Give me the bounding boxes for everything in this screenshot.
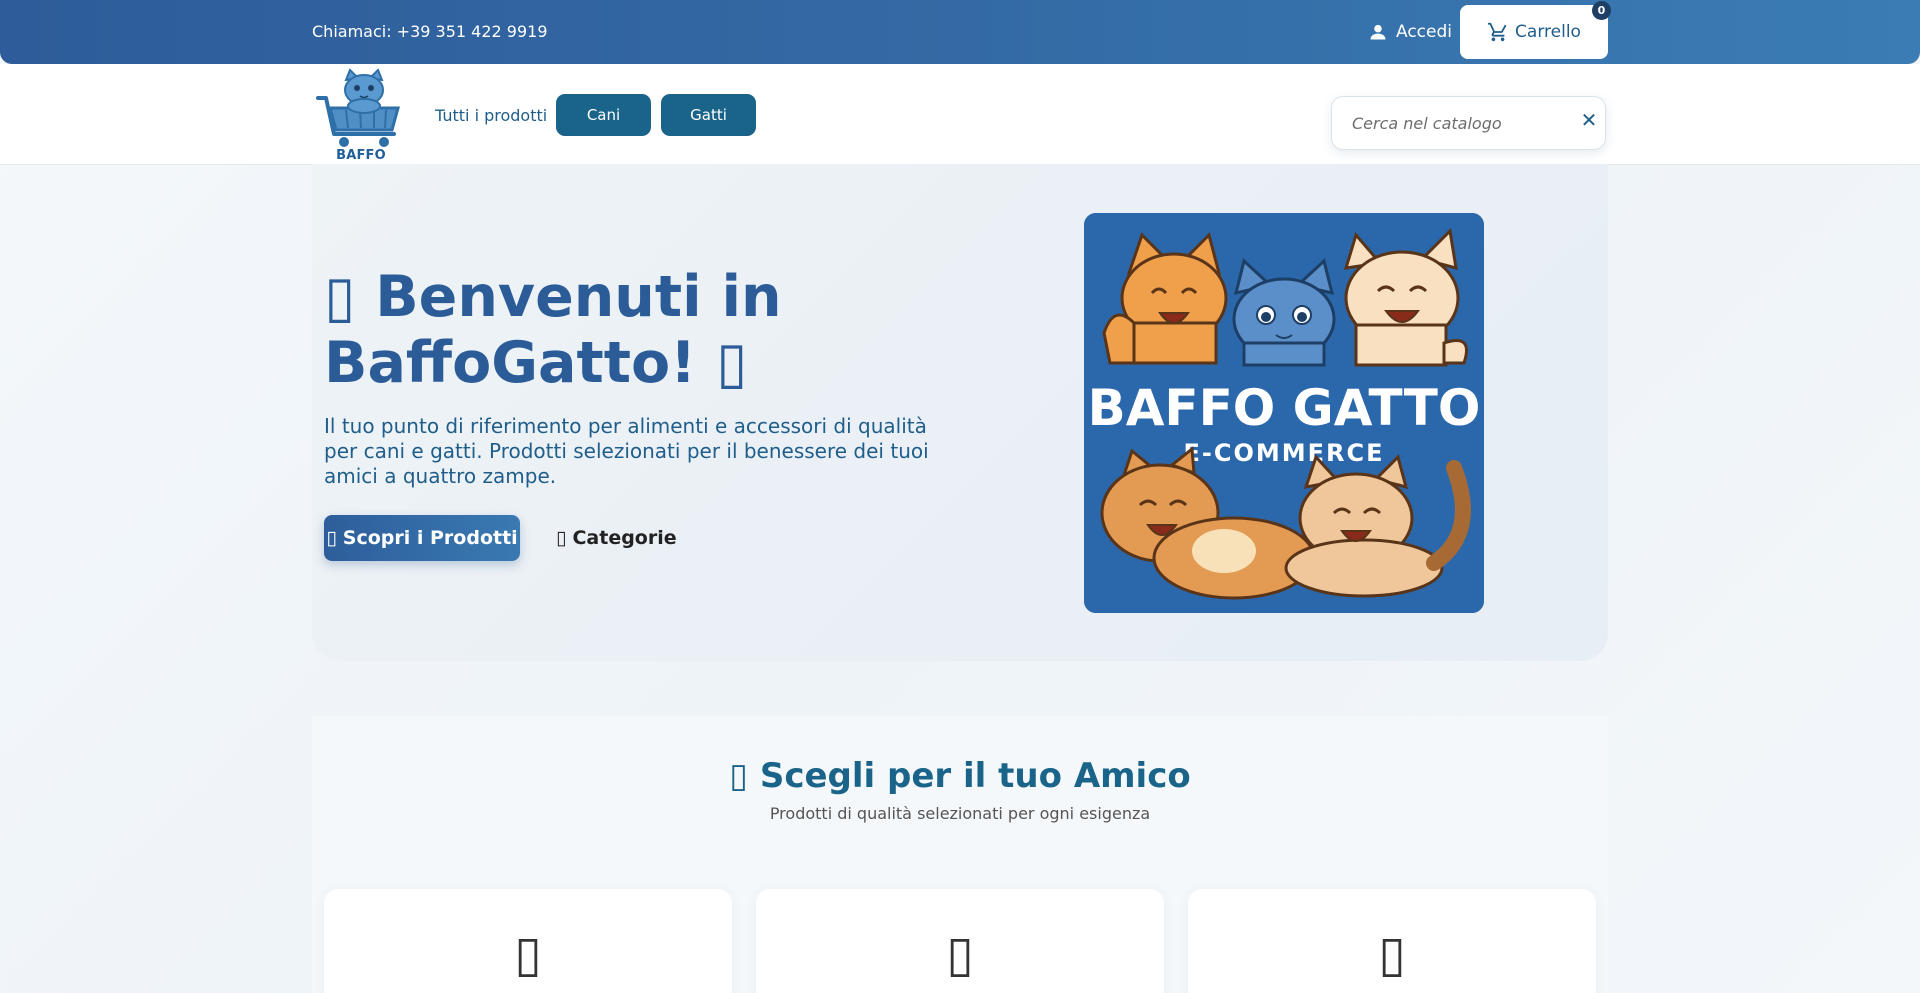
cream-cat-illustration [1343, 227, 1468, 367]
category-card[interactable]: ▯ [324, 889, 732, 993]
close-icon[interactable]: ✕ [1578, 109, 1600, 131]
section-title-glyph-icon: ▯ [729, 756, 748, 796]
choose-friend-section: ▯ Scegli per il tuo Amico Prodotti di qu… [312, 716, 1608, 993]
hero-section: ▯ Benvenuti in BaffoGatto! ▯ Il tuo punt… [312, 164, 1608, 661]
hero-title-text: Benvenuti in BaffoGatto! [324, 264, 782, 396]
hero-brand-image: BAFFO GATTO E-COMMERCE [1084, 213, 1484, 613]
svg-text:E-COMMERCE: E-COMMERCE [1183, 439, 1384, 467]
login-button[interactable]: Accedi [1368, 20, 1452, 44]
main-nav: BAFFO GATTO Tutti i prodotti Cani Gatti … [0, 64, 1920, 178]
discover-label: Scopri i Prodotti [342, 527, 518, 549]
categories-glyph-icon: ▯ [556, 527, 567, 549]
category-card-glyph-icon: ▯ [514, 925, 542, 983]
person-icon [1370, 24, 1386, 40]
nav-all-products[interactable]: Tutti i prodotti [435, 106, 547, 125]
category-card-glyph-icon: ▯ [946, 925, 974, 983]
categories-label: Categorie [572, 527, 677, 549]
section-title-text: Scegli per il tuo Amico [759, 756, 1191, 796]
brand-logo[interactable]: BAFFO GATTO [312, 68, 410, 178]
svg-text:BAFFO GATTO: BAFFO GATTO [1088, 379, 1481, 437]
hero-title: ▯ Benvenuti in BaffoGatto! ▯ [324, 264, 844, 396]
hero-subtitle: Il tuo punto di riferimento per alimenti… [324, 414, 929, 488]
section-title: ▯ Scegli per il tuo Amico [312, 756, 1608, 796]
nav-pill-cani[interactable]: Cani [556, 94, 651, 136]
cat-cart-logo-icon [316, 68, 400, 147]
hero-title-glyph-left: ▯ [324, 264, 356, 330]
categories-button[interactable]: ▯ Categorie [556, 515, 677, 561]
cart-count-badge: 0 [1592, 1, 1611, 20]
discover-glyph-icon: ▯ [326, 527, 337, 549]
cart-button[interactable]: Carrello [1460, 5, 1608, 59]
cart-label: Carrello [1515, 22, 1581, 42]
discover-products-button[interactable]: ▯ Scopri i Prodotti [324, 515, 520, 561]
search-input[interactable] [1332, 97, 1567, 149]
hero-title-glyph-right: ▯ [716, 330, 748, 396]
cart-icon [1487, 22, 1507, 42]
category-card[interactable]: ▯ [1188, 889, 1596, 993]
category-card[interactable]: ▯ [756, 889, 1164, 993]
cats-illustration: BAFFO GATTO E-COMMERCE [1084, 213, 1484, 613]
top-bar: Chiamaci: +39 351 422 9919 Accedi Carrel… [0, 0, 1920, 64]
category-card-glyph-icon: ▯ [1378, 925, 1406, 983]
search-box: ✕ [1331, 96, 1606, 150]
phone-contact: Chiamaci: +39 351 422 9919 [312, 22, 548, 41]
login-label: Accedi [1396, 22, 1452, 42]
nav-pill-gatti[interactable]: Gatti [661, 94, 756, 136]
section-subtitle: Prodotti di qualità selezionati per ogni… [769, 804, 1151, 823]
